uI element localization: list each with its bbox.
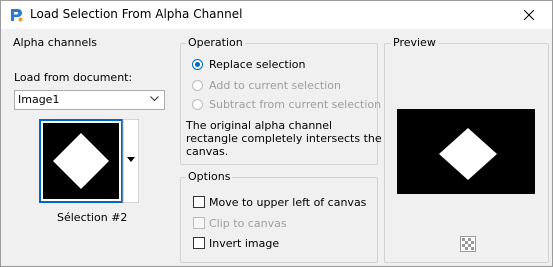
operation-legend: Operation [186, 36, 245, 49]
subtract-selection-radio[interactable] [192, 99, 203, 110]
title-bar: Load Selection From Alpha Channel [1, 1, 552, 29]
window-title: Load Selection From Alpha Channel [30, 7, 243, 21]
chevron-down-icon [150, 96, 159, 102]
checkerboard-icon[interactable] [460, 236, 476, 252]
invert-image-label[interactable]: Invert image [209, 237, 279, 250]
invert-image-checkbox[interactable] [193, 237, 205, 249]
operation-message-line-2: rectangle completely intersects the [186, 132, 382, 145]
operation-message-line-1: The original alpha channel [186, 119, 333, 132]
subtract-selection-label[interactable]: Subtract from current selection [209, 98, 381, 111]
clip-to-canvas-label[interactable]: Clip to canvas [209, 217, 287, 230]
app-logo-icon [8, 7, 24, 23]
load-from-label: Load from document: [14, 71, 133, 84]
document-select-value: Image1 [18, 93, 60, 106]
thumbnail-dropdown-arrow-icon[interactable] [127, 157, 135, 162]
dialog-window: Load Selection From Alpha Channel Alpha … [0, 0, 553, 267]
move-upper-left-checkbox[interactable] [193, 196, 205, 208]
preview-canvas [397, 109, 535, 194]
operation-message-line-3: canvas. [186, 145, 229, 158]
replace-selection-label[interactable]: Replace selection [209, 58, 305, 71]
close-icon [524, 10, 534, 20]
channel-thumbnail[interactable] [39, 118, 140, 204]
options-legend: Options [186, 170, 233, 183]
add-selection-radio[interactable] [192, 80, 203, 91]
clip-to-canvas-checkbox[interactable] [193, 217, 205, 229]
replace-selection-radio[interactable] [192, 59, 203, 70]
alpha-channels-legend: Alpha channels [11, 36, 100, 49]
selection-name-label: Sélection #2 [57, 211, 128, 224]
preview-legend: Preview [391, 36, 438, 49]
add-selection-label[interactable]: Add to current selection [209, 79, 341, 92]
close-button[interactable] [506, 1, 552, 29]
document-select[interactable]: Image1 [14, 90, 165, 110]
channel-thumbnail-picker[interactable] [39, 118, 140, 204]
move-upper-left-label[interactable]: Move to upper left of canvas [209, 196, 366, 209]
